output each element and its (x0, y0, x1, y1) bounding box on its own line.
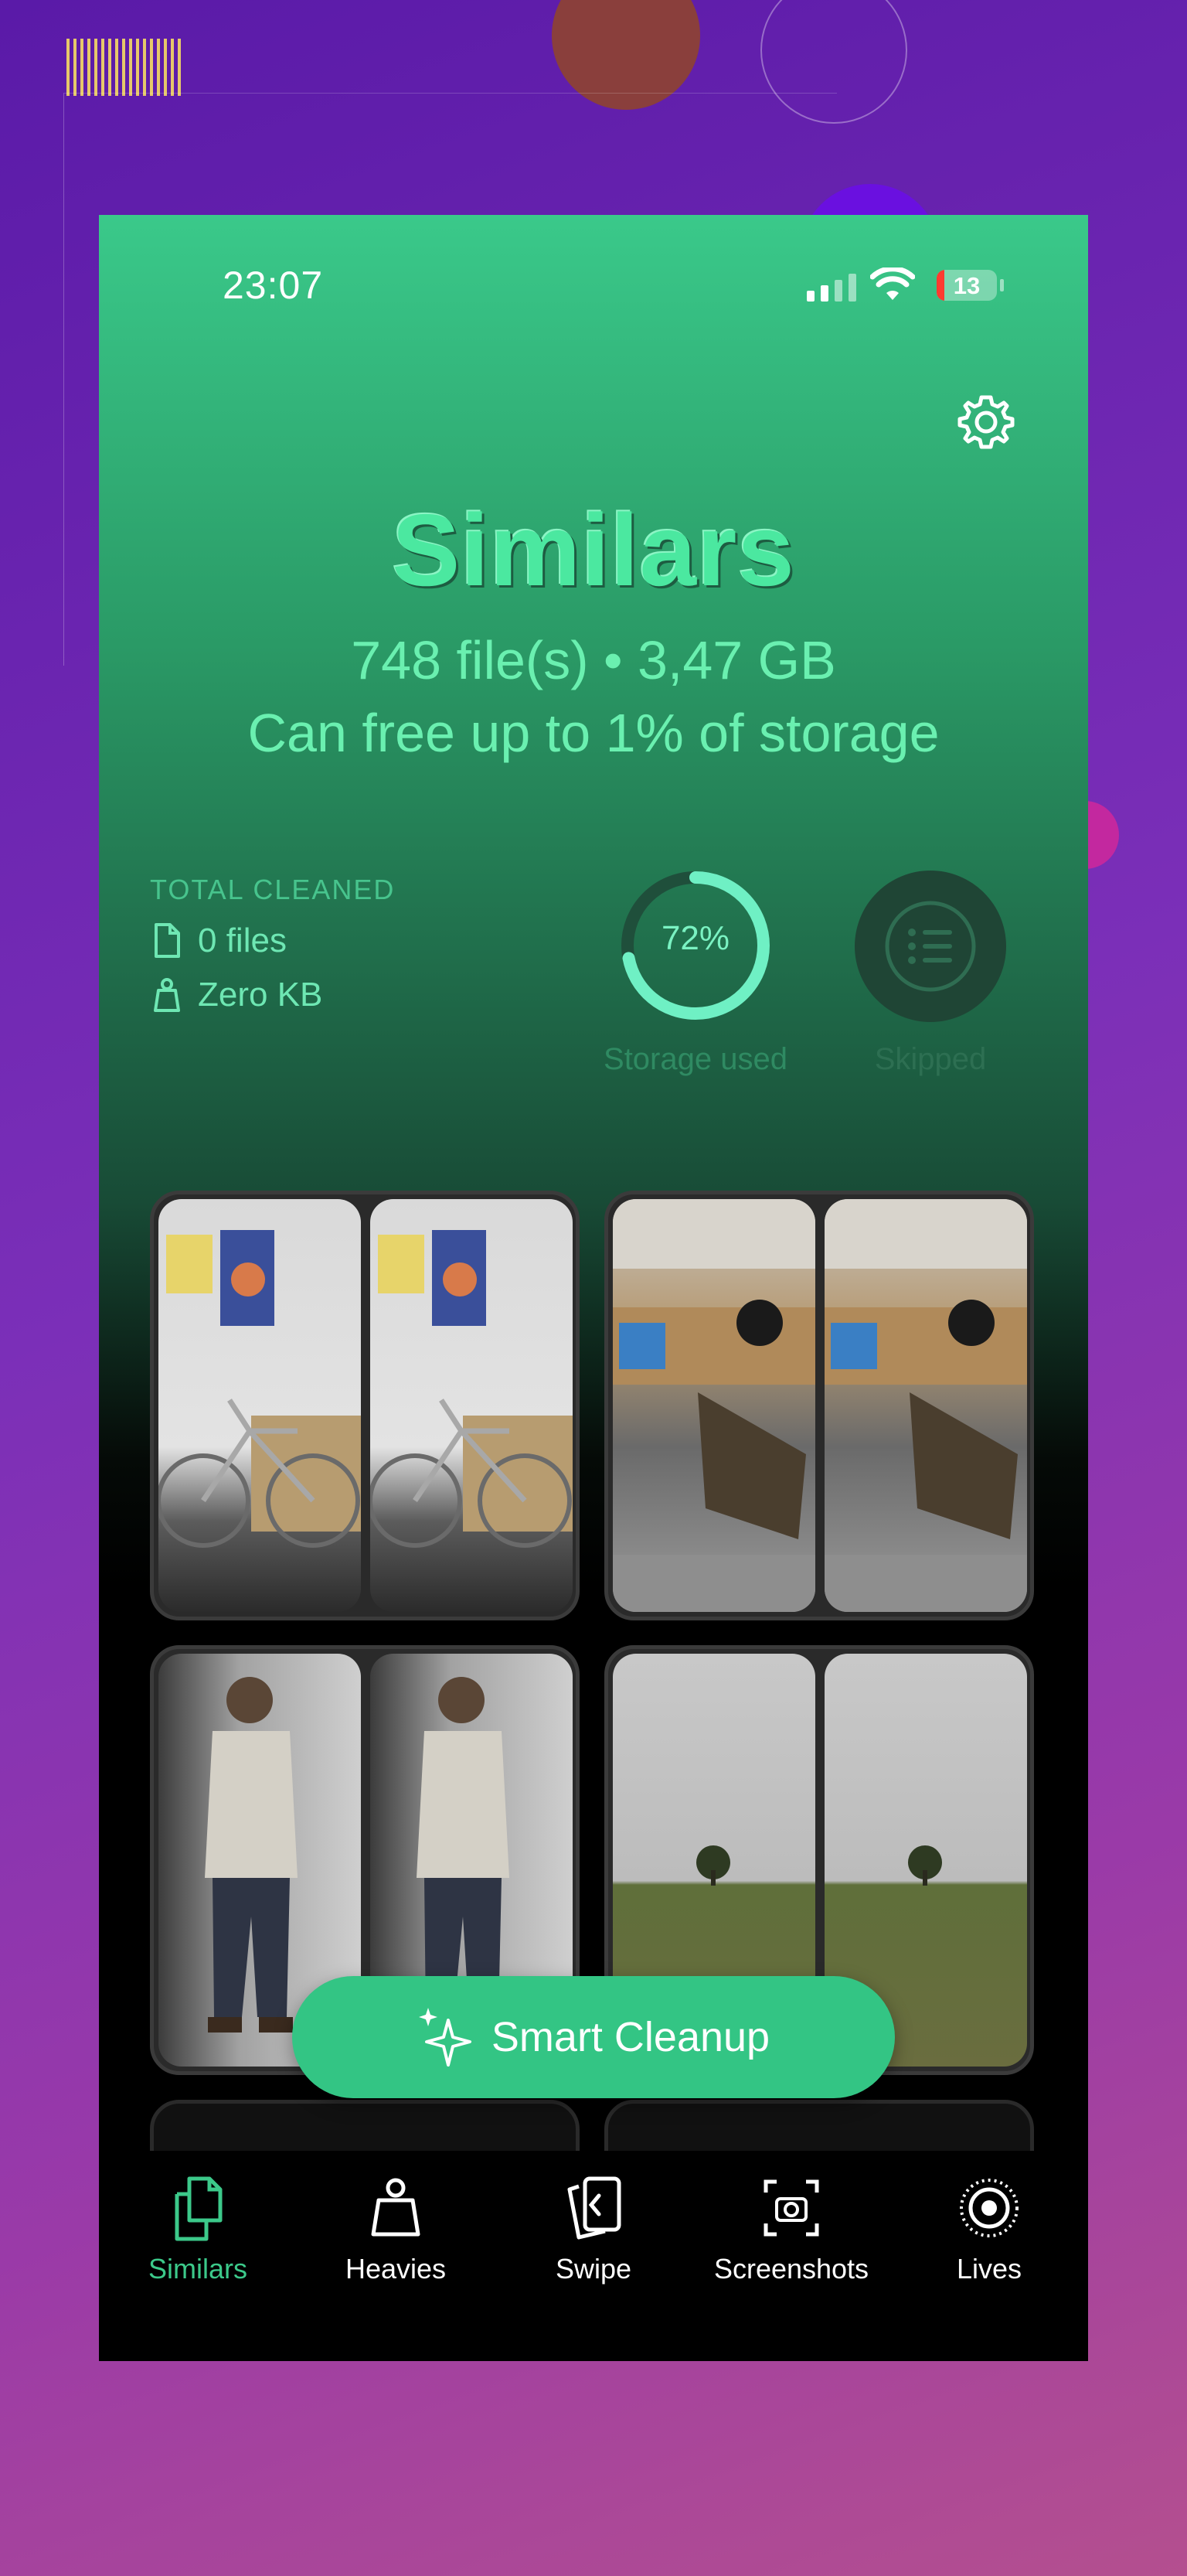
swipe-icon (567, 2176, 621, 2240)
size-cleaned: Zero KB (198, 976, 323, 1014)
storage-used-percent: 72% (661, 919, 730, 957)
smart-cleanup-label: Smart Cleanup (491, 2014, 770, 2060)
tab-similars[interactable]: Similars (99, 2174, 297, 2285)
tab-swipe[interactable]: Swipe (495, 2174, 692, 2285)
copy-icon (175, 2176, 223, 2241)
files-cleaned-count: 0 files (198, 922, 287, 959)
tab-label: Lives (956, 2253, 1022, 2285)
storage-used-gauge[interactable]: 72% (618, 868, 773, 1023)
total-cleaned-panel: TOTAL CLEANED 0 files Zero KB (150, 874, 395, 1014)
photo-thumbnail (370, 1199, 573, 1612)
tab-label: Similars (148, 2253, 247, 2285)
weight-icon (154, 978, 180, 1012)
tab-heavies[interactable]: Heavies (297, 2174, 495, 2285)
sparkles-icon (418, 2008, 471, 2067)
tab-label: Swipe (555, 2253, 632, 2285)
status-time: 23:07 (223, 264, 324, 307)
file-icon (155, 923, 180, 958)
tab-label: Heavies (345, 2253, 447, 2285)
wifi-icon (870, 267, 915, 300)
photo-thumbnail (158, 1199, 361, 1612)
cellular-signal-icon (807, 274, 856, 302)
decor-stripes (66, 39, 182, 96)
page-title: Similars (392, 493, 795, 607)
photo-thumbnail (613, 1199, 815, 1612)
total-cleaned-label: TOTAL CLEANED (150, 874, 396, 905)
status-bar: 23:07 13 (99, 215, 1088, 362)
tab-lives[interactable]: Lives (890, 2174, 1088, 2285)
live-photo-icon (960, 2179, 1019, 2237)
photo-thumbnail (825, 1199, 1027, 1612)
screenshot-icon (764, 2179, 819, 2237)
battery-nub (1000, 279, 1004, 291)
battery-indicator: 13 (937, 270, 997, 301)
battery-level: 13 (953, 272, 981, 299)
free-up-text: Can free up to 1% of storage (247, 703, 940, 763)
skipped-button[interactable] (855, 871, 1006, 1022)
skipped-label: Skipped (874, 1042, 987, 1076)
list-icon (885, 901, 976, 992)
tab-screenshots[interactable]: Screenshots (692, 2174, 890, 2285)
weight-icon (371, 2178, 420, 2237)
tab-bar: Similars Heavies Swipe Screenshots Lives (99, 2151, 1088, 2361)
settings-gear-icon[interactable] (955, 391, 1017, 453)
files-summary: 748 file(s) • 3,47 GB (351, 630, 836, 690)
tab-label: Screenshots (713, 2253, 869, 2285)
similar-group-card[interactable] (150, 1191, 580, 1620)
smart-cleanup-button[interactable]: Smart Cleanup (292, 1976, 895, 2098)
storage-used-label: Storage used (604, 1042, 787, 1076)
phone-screen: 23:07 13 Similars 748 file(s) • 3,47 GB … (99, 215, 1088, 2361)
similar-group-card[interactable] (604, 1191, 1034, 1620)
